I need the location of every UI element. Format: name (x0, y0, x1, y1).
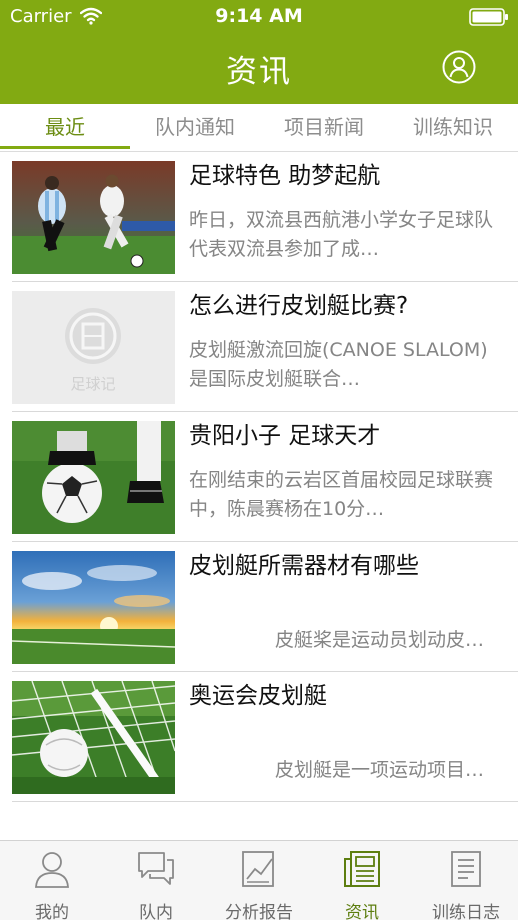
news-summary: 皮划艇激流回旋(CANOE SLALOM)是国际皮划艇联合… (189, 339, 488, 390)
status-time: 9:14 AM (215, 5, 303, 27)
category-tabs: 最近 队内通知 项目新闻 训练知识 (0, 104, 518, 152)
news-title: 怎么进行皮划艇比赛? (189, 293, 409, 319)
chat-bubbles-icon (138, 852, 174, 885)
news-item[interactable]: 足球记 怎么进行皮划艇比赛? 皮划艇激流回旋(CANOE SLALOM)是国际皮… (0, 282, 518, 412)
tabbar-label: 资讯 (345, 903, 379, 920)
news-item[interactable]: 皮划艇所需器材有哪些 皮艇桨是运动员划动皮… (0, 542, 518, 672)
tabbar-item-mine[interactable]: 我的 (0, 841, 104, 920)
sunset-field-photo (12, 551, 175, 664)
tab-project-news[interactable]: 项目新闻 (260, 104, 388, 152)
tabbar-item-news[interactable]: 资讯 (310, 841, 414, 920)
news-title: 贵阳小子 足球天才 (189, 423, 381, 449)
news-item[interactable]: 奥运会皮划艇 皮划艇是一项运动项目… (0, 672, 518, 802)
tabbar-item-team[interactable]: 队内 (104, 841, 208, 920)
news-item[interactable]: 贵阳小子 足球天才 在刚结束的云岩区首届校园足球联赛中，陈晨赛杨在10分… (0, 412, 518, 542)
cleat-on-ball-photo (12, 421, 175, 534)
tab-team-notice[interactable]: 队内通知 (130, 104, 260, 152)
chart-report-icon (242, 851, 274, 887)
tabbar-label: 训练日志 (432, 903, 500, 920)
active-tab-indicator (0, 146, 130, 149)
news-summary: 昨日，双流县西航港小学女子足球队代表双流县参加了成… (189, 209, 494, 260)
battery-icon (469, 8, 508, 26)
header: Carrier 9:14 AM 资讯 (0, 0, 518, 104)
person-icon (35, 852, 69, 888)
tabbar-item-report[interactable]: 分析报告 (207, 841, 311, 920)
placeholder-logo: 足球记 (12, 291, 175, 404)
tab-training-knowledge[interactable]: 训练知识 (388, 104, 518, 152)
soccer-players-photo (12, 161, 175, 274)
placeholder-text: 足球记 (70, 375, 115, 393)
status-bar: Carrier 9:14 AM (0, 0, 518, 34)
news-item[interactable]: 足球特色 助梦起航 昨日，双流县西航港小学女子足球队代表双流县参加了成… (0, 152, 518, 282)
news-title: 足球特色 助梦起航 (189, 163, 381, 189)
tabbar-label: 我的 (35, 903, 69, 920)
log-document-icon (451, 851, 481, 887)
news-title: 皮划艇所需器材有哪些 (189, 553, 419, 579)
tabbar-label: 分析报告 (225, 903, 293, 920)
news-summary: 在刚结束的云岩区首届校园足球联赛中，陈晨赛杨在10分… (189, 469, 494, 520)
user-circle-icon[interactable] (442, 50, 476, 84)
news-summary: 皮划艇是一项运动项目… (274, 759, 484, 781)
tabbar-item-training-log[interactable]: 训练日志 (414, 841, 518, 920)
news-summary: 皮艇桨是运动员划动皮… (274, 629, 484, 651)
newspaper-icon (344, 851, 380, 887)
tab-recent[interactable]: 最近 (0, 104, 130, 152)
news-title: 奥运会皮划艇 (189, 683, 327, 709)
divider (12, 801, 518, 802)
bottom-tab-bar: 我的 队内 分析报告 资讯 训练日志 (0, 840, 518, 920)
ball-in-net-photo (12, 681, 175, 794)
tabbar-label: 队内 (139, 903, 173, 920)
page-title: 资讯 (226, 54, 292, 90)
